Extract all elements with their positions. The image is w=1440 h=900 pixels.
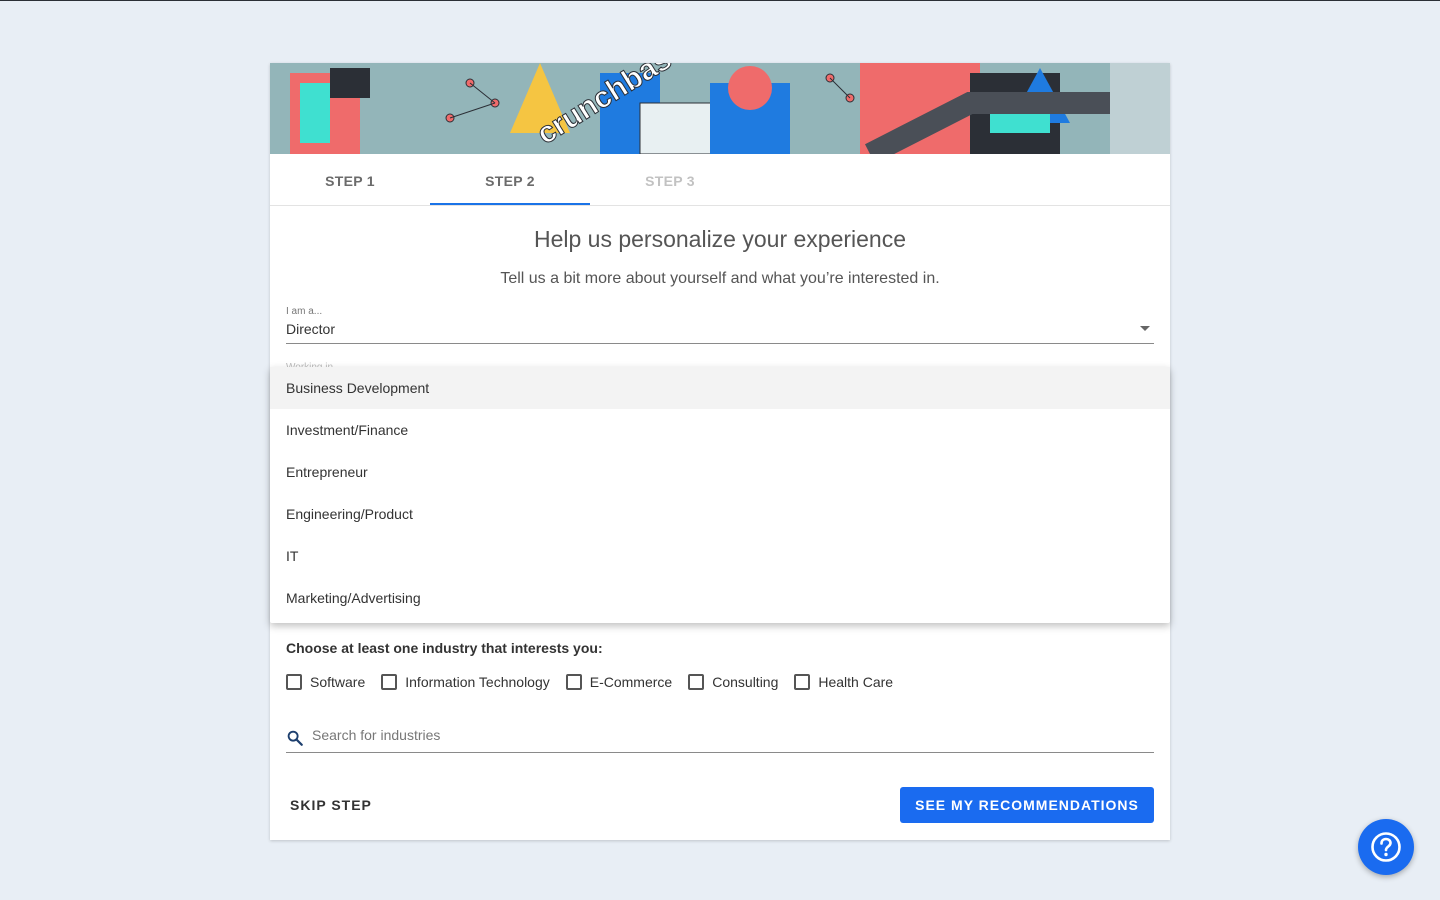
- industry-option-software[interactable]: Software: [286, 674, 365, 690]
- page-subtitle: Tell us a bit more about yourself and wh…: [500, 270, 940, 287]
- industry-label: E-Commerce: [589, 674, 673, 690]
- tab-step-1[interactable]: STEP 1: [270, 154, 430, 205]
- checkbox[interactable]: [381, 674, 398, 690]
- role-select-value: Director: [286, 321, 336, 337]
- dropdown-option[interactable]: IT: [270, 535, 1170, 577]
- see-recommendations-button[interactable]: SEE MY RECOMMENDATIONS: [900, 787, 1154, 823]
- dropdown-option[interactable]: Investment/Finance: [270, 409, 1170, 451]
- working-in-dropdown-menu: Business Development Investment/Finance …: [270, 367, 1170, 623]
- role-select-underline: [286, 343, 1154, 344]
- industry-label: Health Care: [818, 674, 894, 690]
- top-border: [0, 0, 1440, 1]
- checkbox[interactable]: [565, 674, 582, 690]
- checkbox[interactable]: [688, 674, 705, 690]
- dropdown-option[interactable]: Business Development: [270, 367, 1170, 409]
- industry-checkboxes: Software Information Technology E-Commer…: [286, 674, 909, 690]
- industry-label: Information Technology: [405, 674, 550, 690]
- industry-option-e-commerce[interactable]: E-Commerce: [565, 674, 673, 690]
- active-tab-indicator: [430, 203, 590, 205]
- tab-step-3: STEP 3: [645, 173, 695, 189]
- step-tabs: STEP 1 STEP 2 STEP 3: [270, 154, 1170, 206]
- industry-label: Consulting: [712, 674, 779, 690]
- checkbox[interactable]: [794, 674, 811, 690]
- page-title: Help us personalize your experience: [533, 226, 907, 252]
- dropdown-option[interactable]: Engineering/Product: [270, 493, 1170, 535]
- industry-label: Software: [310, 674, 366, 690]
- help-button[interactable]: [1358, 819, 1414, 875]
- tab-step-2[interactable]: STEP 2: [430, 154, 590, 205]
- industry-title: Choose at least one industry that intere…: [286, 640, 603, 656]
- role-select-label: I am a...: [286, 306, 323, 317]
- dropdown-option[interactable]: Marketing/Advertising: [270, 577, 1170, 619]
- search-input[interactable]: [312, 727, 1132, 743]
- industry-option-information-technology[interactable]: Information Technology: [381, 674, 550, 690]
- role-select[interactable]: I am a... Director: [286, 306, 1154, 344]
- industry-search: [286, 723, 1154, 753]
- industry-option-health-care[interactable]: Health Care: [794, 674, 893, 690]
- search-icon: [287, 730, 303, 746]
- caret-down-icon: [1140, 326, 1150, 331]
- dropdown-option[interactable]: Entrepreneur: [270, 451, 1170, 493]
- question-circle-icon: [1371, 832, 1401, 862]
- checkbox[interactable]: [286, 674, 302, 690]
- skip-step-button[interactable]: SKIP STEP: [290, 787, 400, 823]
- industry-option-consulting[interactable]: Consulting: [688, 674, 778, 690]
- banner-illustration: crunchbase: [270, 63, 1170, 154]
